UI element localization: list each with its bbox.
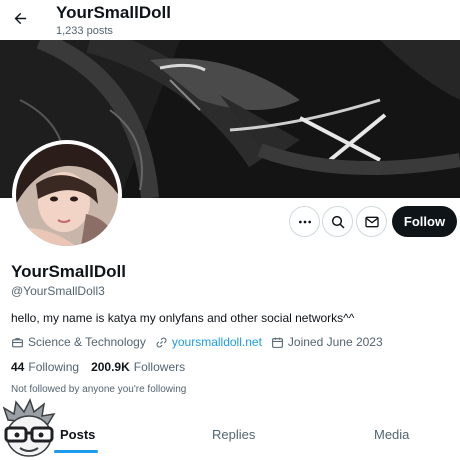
followers-count: 200.9K xyxy=(91,360,130,374)
profile-handle: @YourSmallDoll3 xyxy=(11,284,105,298)
more-icon xyxy=(298,220,311,223)
not-followed-notice: Not followed by anyone you're following xyxy=(11,384,187,395)
active-tab-indicator xyxy=(54,450,98,453)
website-link[interactable]: yoursmalldoll.net xyxy=(172,335,262,349)
followers-link[interactable]: 200.9K Followers xyxy=(91,360,185,374)
profile-display-name: YourSmallDoll xyxy=(11,262,126,281)
avatar-photo xyxy=(16,144,118,246)
avatar[interactable] xyxy=(12,140,122,250)
follow-button[interactable]: Follow xyxy=(392,206,457,237)
calendar-icon xyxy=(271,337,283,348)
tab-media[interactable]: Media xyxy=(374,427,409,442)
profile-header: YourSmallDoll 1,233 posts xyxy=(0,0,460,40)
header-post-count: 1,233 posts xyxy=(56,25,113,37)
more-options-button[interactable] xyxy=(289,206,320,237)
following-label: Following xyxy=(28,360,80,374)
website-item[interactable]: yoursmalldoll.net xyxy=(155,335,262,349)
joined-item: Joined June 2023 xyxy=(271,335,383,349)
arrow-left-icon xyxy=(14,12,26,24)
profile-bio: hello, my name is katya my onlyfans and … xyxy=(11,311,355,325)
followers-label: Followers xyxy=(133,360,186,374)
following-link[interactable]: 44 Following xyxy=(11,360,79,374)
following-count: 44 xyxy=(11,360,25,374)
category-label: Science & Technology xyxy=(28,335,146,349)
profile-tabs: Posts Replies Media xyxy=(0,417,460,453)
message-button[interactable] xyxy=(356,206,387,237)
back-button[interactable] xyxy=(8,6,32,30)
tab-posts[interactable]: Posts xyxy=(60,427,95,442)
category-item: Science & Technology xyxy=(11,335,146,349)
profile-meta: Science & Technology yoursmalldoll.net J… xyxy=(11,334,392,350)
follow-stats: 44 Following 200.9K Followers xyxy=(11,360,197,374)
search-posts-button[interactable] xyxy=(322,206,353,237)
mascot-sticker xyxy=(0,398,58,460)
mail-icon xyxy=(364,216,379,227)
cartoon-face-icon xyxy=(2,398,56,457)
tab-replies[interactable]: Replies xyxy=(212,427,255,442)
briefcase-icon xyxy=(12,337,23,347)
link-icon xyxy=(156,337,167,347)
search-icon xyxy=(331,215,345,229)
header-display-name: YourSmallDoll xyxy=(56,3,171,22)
joined-label: Joined June 2023 xyxy=(287,335,383,349)
